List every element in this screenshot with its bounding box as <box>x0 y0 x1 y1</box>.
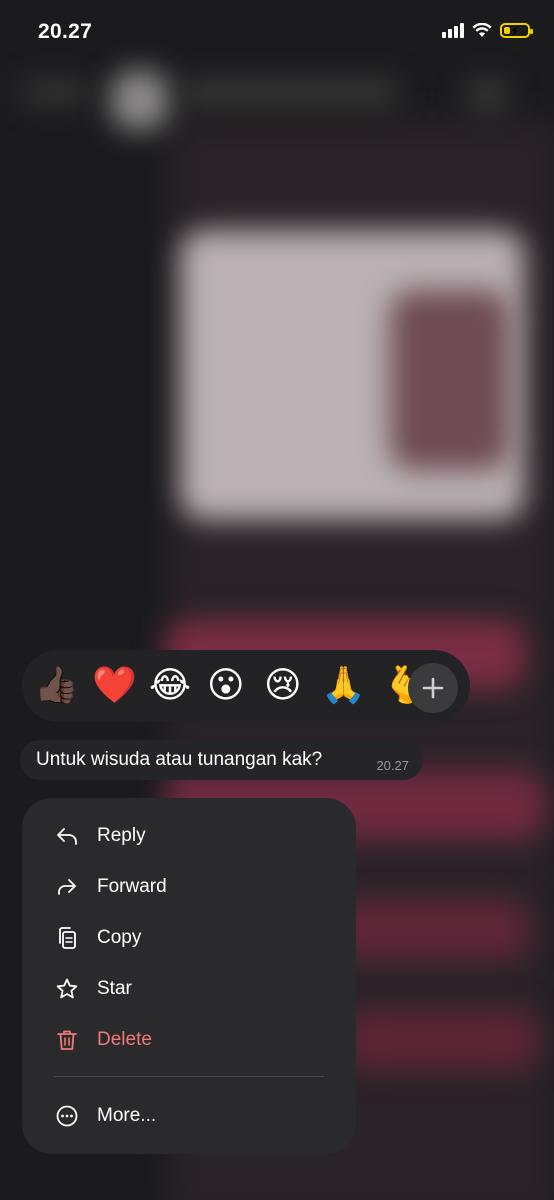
wifi-icon <box>472 22 492 37</box>
menu-item-delete[interactable]: Delete <box>22 1017 356 1063</box>
star-icon <box>56 978 78 999</box>
more-icon <box>56 1105 78 1127</box>
menu-item-label: Copy <box>97 927 142 948</box>
message-bubble[interactable]: Untuk wisuda atau tunangan kak? 20.27 <box>20 740 423 780</box>
forward-icon <box>58 879 76 895</box>
menu-item-star[interactable]: Star <box>22 966 356 1012</box>
plus-icon <box>422 677 444 699</box>
menu-item-copy[interactable]: Copy <box>22 915 356 961</box>
battery-charging-icon: ⚡ <box>500 22 533 39</box>
reply-icon <box>57 828 77 845</box>
copy-icon <box>59 927 76 949</box>
trash-icon <box>57 1030 77 1050</box>
reaction-heart[interactable]: ❤️ <box>92 664 137 708</box>
reaction-crying[interactable]: 😢 <box>264 664 302 708</box>
menu-item-forward[interactable]: Forward <box>22 864 356 910</box>
reaction-laughing[interactable]: 😂 <box>149 664 191 708</box>
message-context-menu: Reply Forward Copy Star Delete More... <box>22 798 356 1154</box>
reaction-bar: 👍🏿 ❤️ 😂 😮 😢 🙏 🫰 <box>22 650 470 722</box>
menu-divider <box>54 1076 324 1077</box>
add-reaction-button[interactable] <box>408 663 458 713</box>
menu-item-label: Reply <box>97 825 146 846</box>
reaction-thumbs-up[interactable]: 👍🏿 <box>34 664 79 708</box>
reaction-pray[interactable]: 🙏 <box>321 664 366 708</box>
message-text: Untuk wisuda atau tunangan kak? <box>36 749 323 770</box>
menu-item-label: Delete <box>97 1029 152 1050</box>
status-time: 20.27 <box>38 20 93 43</box>
menu-item-label: More... <box>97 1105 157 1126</box>
menu-item-label: Star <box>97 978 132 999</box>
message-time: 20.27 <box>376 758 409 773</box>
menu-item-reply[interactable]: Reply <box>22 813 356 859</box>
menu-item-more[interactable]: More... <box>22 1093 356 1139</box>
cellular-signal-icon <box>442 22 464 38</box>
menu-item-label: Forward <box>97 876 167 897</box>
reaction-surprised[interactable]: 😮 <box>207 664 245 708</box>
status-bar: 20.27 ⚡ <box>0 0 554 64</box>
